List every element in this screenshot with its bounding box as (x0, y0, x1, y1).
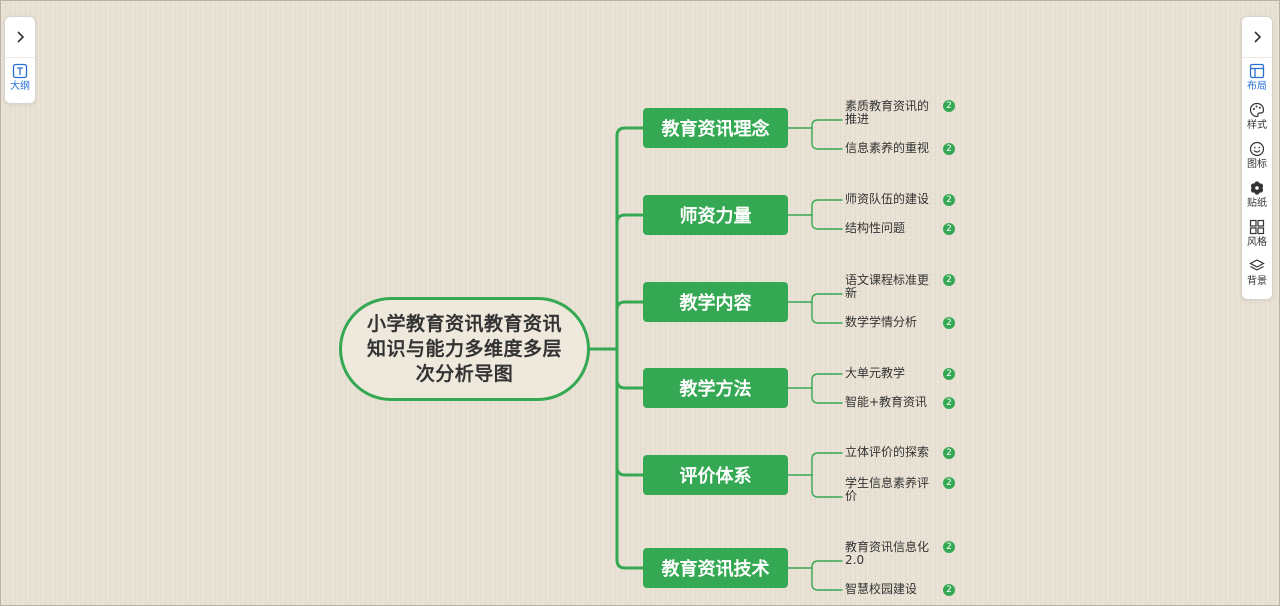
sticker-button[interactable]: 贴纸 (1242, 175, 1272, 214)
leaf-node[interactable]: 教育资讯信息化2.0 (845, 541, 940, 567)
branch-node[interactable]: 教育资讯理念 (643, 108, 788, 148)
left-panel: 大纲 (4, 16, 36, 104)
branch-node[interactable]: 教学方法 (643, 368, 788, 408)
connector-line (615, 378, 645, 390)
branch-node[interactable]: 评价体系 (643, 455, 788, 495)
count-badge[interactable]: 2 (943, 274, 955, 286)
connector-line (811, 452, 843, 476)
icon-button[interactable]: 图标 (1242, 136, 1272, 175)
connector-line (615, 126, 645, 138)
left-panel-toggle-button[interactable] (5, 17, 35, 58)
chevron-right-icon (17, 31, 25, 43)
leaf-label: 立体评价的探索 (845, 445, 930, 459)
connector-line (615, 558, 645, 570)
leaf-node[interactable]: 智慧校园建设 (845, 583, 940, 596)
layout-button[interactable]: 布局 (1242, 58, 1272, 97)
branch-label: 评价体系 (679, 466, 752, 487)
connector-line (811, 301, 843, 324)
palette-icon (1249, 102, 1265, 118)
connector-line (811, 560, 843, 569)
leaf-label: 大单元教学 (845, 366, 906, 380)
right-panel-toggle-button[interactable] (1242, 17, 1272, 58)
connector-line (615, 465, 645, 477)
leaf-label: 学生信息素养评价 (845, 476, 930, 503)
outline-icon (12, 63, 28, 79)
count-badge[interactable]: 2 (943, 584, 955, 596)
connector-line (811, 119, 843, 129)
leaf-label: 语文课程标准更新 (845, 273, 930, 300)
leaf-label: 智能+教育资讯 (845, 395, 928, 409)
leaf-label: 数学学情分析 (845, 315, 918, 329)
leaf-node[interactable]: 大单元教学 (845, 367, 940, 380)
count-badge[interactable]: 2 (943, 368, 955, 380)
connector-line (811, 127, 843, 150)
branch-node[interactable]: 教学内容 (643, 282, 788, 322)
central-topic-text: 小学教育资讯教育资讯知识与能力多维度多层次分析导图 (366, 312, 562, 385)
connector-line (811, 373, 843, 389)
icon-label: 图标 (1247, 159, 1267, 170)
leaf-node[interactable]: 立体评价的探索 (845, 446, 940, 459)
count-badge[interactable]: 2 (943, 477, 955, 489)
style-label: 样式 (1247, 120, 1267, 131)
outline-label: 大纲 (10, 81, 30, 92)
branch-node[interactable]: 师资力量 (643, 195, 788, 235)
count-badge[interactable]: 2 (943, 223, 955, 235)
leaf-node[interactable]: 智能+教育资讯 (845, 396, 940, 409)
count-badge[interactable]: 2 (943, 447, 955, 459)
branch-label: 教育资讯技术 (661, 559, 770, 580)
leaf-node[interactable]: 数学学情分析 (845, 316, 940, 329)
connector-line (811, 567, 843, 591)
leaf-label: 信息素养的重视 (845, 141, 930, 155)
central-topic-node[interactable]: 小学教育资讯教育资讯知识与能力多维度多层次分析导图 (339, 297, 590, 401)
theme-label: 风格 (1247, 237, 1267, 248)
branch-label: 师资力量 (679, 206, 752, 227)
leaf-node[interactable]: 语文课程标准更新 (845, 274, 940, 300)
count-badge[interactable]: 2 (943, 541, 955, 553)
connector-line (615, 213, 645, 225)
chevron-right-icon (1254, 31, 1262, 43)
leaf-node[interactable]: 师资队伍的建设 (845, 193, 940, 206)
connector-line (811, 199, 843, 216)
connector-line (811, 387, 843, 404)
count-badge[interactable]: 2 (943, 194, 955, 206)
branch-label: 教学内容 (679, 293, 752, 314)
background-button[interactable]: 背景 (1242, 253, 1272, 292)
branch-label: 教学方法 (679, 379, 752, 400)
leaf-node[interactable]: 素质教育资讯的推进 (845, 100, 940, 126)
leaf-node[interactable]: 学生信息素养评价 (845, 477, 940, 503)
sticker-label: 贴纸 (1247, 198, 1267, 209)
layers-icon (1249, 259, 1265, 271)
count-badge[interactable]: 2 (943, 317, 955, 329)
connector-line (811, 214, 843, 230)
layout-label: 布局 (1247, 81, 1267, 92)
mindmap-canvas[interactable]: 小学教育资讯教育资讯知识与能力多维度多层次分析导图 教育资讯理念 素质教育资讯的推… (0, 0, 1280, 606)
connector-lines (588, 119, 843, 591)
count-badge[interactable]: 2 (943, 100, 955, 112)
right-panel: 布局 样式 图标 贴纸 风格 背景 (1241, 16, 1273, 300)
leaf-label: 智慧校园建设 (845, 582, 918, 596)
style-button[interactable]: 样式 (1242, 97, 1272, 136)
branch-label: 教育资讯理念 (661, 119, 770, 140)
count-badge[interactable]: 2 (943, 397, 955, 409)
leaf-label: 师资队伍的建设 (845, 192, 930, 206)
flower-icon (1250, 181, 1264, 195)
smiley-icon (1249, 141, 1265, 157)
grid-icon (1249, 219, 1265, 235)
leaf-label: 素质教育资讯的推进 (845, 99, 930, 126)
outline-button[interactable]: 大纲 (5, 58, 35, 97)
background-label: 背景 (1247, 276, 1267, 287)
leaf-label: 教育资讯信息化2.0 (845, 540, 930, 567)
theme-button[interactable]: 风格 (1242, 214, 1272, 253)
branch-node[interactable]: 教育资讯技术 (643, 548, 788, 588)
connector-line (811, 474, 843, 498)
count-badge[interactable]: 2 (943, 143, 955, 155)
leaf-node[interactable]: 结构性问题 (845, 222, 940, 235)
connector-line (811, 293, 843, 303)
connector-line (615, 300, 645, 312)
leaf-node[interactable]: 信息素养的重视 (845, 142, 940, 155)
leaf-label: 结构性问题 (845, 221, 906, 235)
layout-icon (1249, 63, 1265, 79)
